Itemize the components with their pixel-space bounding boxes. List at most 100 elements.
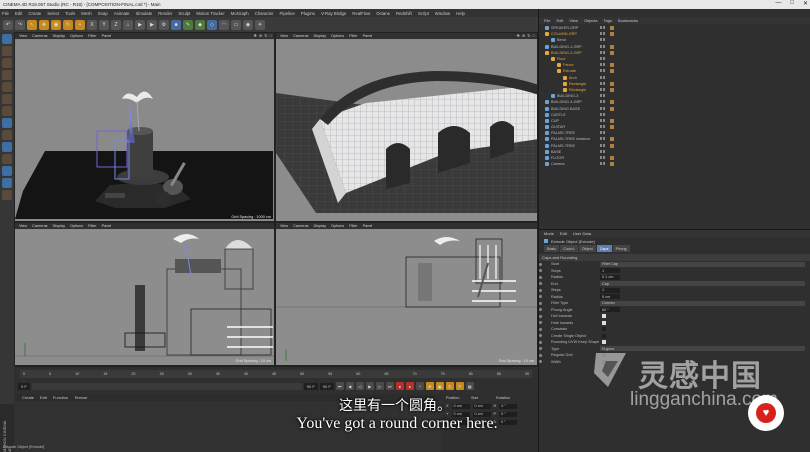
axis-mode-icon[interactable] <box>2 118 12 128</box>
prev-key-icon[interactable]: ◀ <box>345 382 354 390</box>
object-tag-icon[interactable] <box>610 87 614 92</box>
visibility-toggle-icon[interactable] <box>600 32 605 36</box>
redo-icon[interactable]: ↷ <box>15 19 25 30</box>
visibility-toggle-icon[interactable] <box>600 81 605 86</box>
viewport-perspective-main[interactable]: View Cameras Display Options Filter Pane… <box>14 32 275 222</box>
key-rotation-icon[interactable]: ↻ <box>445 382 454 390</box>
menu-item-redshift[interactable]: Redshift <box>396 11 412 16</box>
visibility-toggle-icon[interactable] <box>600 125 605 129</box>
menu-item-tools[interactable]: Tools <box>65 11 75 16</box>
menu-item-animate[interactable]: Animate <box>114 11 130 16</box>
menu-item-window[interactable]: Window <box>435 11 450 16</box>
recent-tools-icon[interactable]: + <box>75 19 85 30</box>
menu-item-pipeline[interactable]: Pipeline <box>280 11 295 16</box>
tab-caps[interactable]: Caps <box>596 245 612 252</box>
object-tag-icon[interactable] <box>610 156 614 161</box>
visibility-toggle-icon[interactable] <box>600 44 605 49</box>
attribute-value-field[interactable]: Fillet Cap <box>600 261 805 267</box>
menu-item-create[interactable]: Create <box>28 11 41 16</box>
attribute-value-field[interactable]: 0.1 cm <box>600 274 620 280</box>
obj-menu-tags[interactable]: Tags <box>604 18 612 23</box>
animate-param-icon[interactable] <box>539 282 542 286</box>
animate-param-icon[interactable] <box>539 314 542 318</box>
visibility-toggle-icon[interactable] <box>600 137 605 141</box>
obj-menu-bookmarks[interactable]: Bookmarks <box>618 18 638 23</box>
object-tag-icon[interactable] <box>610 44 614 49</box>
render-settings-icon[interactable]: ⚙ <box>159 19 169 30</box>
menu-item-mesh[interactable]: Mesh <box>81 11 92 16</box>
solo-icon[interactable] <box>2 178 12 188</box>
visibility-toggle-icon[interactable] <box>600 100 605 104</box>
attribute-value-field[interactable]: 60 ° <box>600 307 620 313</box>
points-mode-icon[interactable] <box>2 82 12 92</box>
live-selection-icon[interactable]: ↖ <box>27 19 37 30</box>
menu-item-snap[interactable]: Snap <box>98 11 108 16</box>
attr-menu-mode[interactable]: Mode <box>544 231 554 236</box>
attribute-value-field[interactable]: 1 <box>600 268 620 274</box>
menu-item-file[interactable]: File <box>2 11 9 16</box>
visibility-toggle-icon[interactable] <box>600 106 605 111</box>
workplane-icon[interactable] <box>2 70 12 80</box>
texture-mode-icon[interactable] <box>2 58 12 68</box>
play-icon[interactable]: ▶ <box>365 382 374 390</box>
camera-icon[interactable]: ◉ <box>243 19 253 30</box>
visibility-toggle-icon[interactable] <box>600 156 605 160</box>
menu-item-simulate[interactable]: Simulate <box>136 11 153 16</box>
viewport-right[interactable]: View Cameras Display Options Filter Pane… <box>14 222 275 366</box>
attribute-value-field[interactable]: Cap <box>600 281 805 287</box>
animate-param-icon[interactable] <box>539 288 542 292</box>
animate-param-icon[interactable] <box>539 321 542 325</box>
axis-x-button[interactable]: X <box>87 19 97 30</box>
menu-item-octane[interactable]: Octane <box>376 11 390 16</box>
visibility-toggle-icon[interactable] <box>600 118 605 123</box>
visibility-toggle-icon[interactable] <box>600 162 605 166</box>
render-picture-viewer-icon[interactable]: ▶ <box>147 19 157 30</box>
snapping-icon[interactable] <box>2 130 12 140</box>
obj-menu-file[interactable]: File <box>544 18 550 23</box>
visibility-toggle-icon[interactable] <box>600 50 605 55</box>
object-tag-icon[interactable] <box>610 32 614 37</box>
subdivision-icon[interactable]: ◆ <box>195 19 205 30</box>
object-tag-icon[interactable] <box>610 106 614 111</box>
menu-item-edit[interactable]: Edit <box>15 11 22 16</box>
attribute-value-field[interactable]: 5 cm <box>600 294 620 300</box>
maximize-button[interactable]: □ <box>790 0 794 7</box>
menu-item-help[interactable]: Help <box>456 11 465 16</box>
attribute-checkbox[interactable] <box>602 320 606 325</box>
animate-param-icon[interactable] <box>539 308 542 312</box>
scale-icon[interactable]: ▣ <box>51 19 61 30</box>
coordinate-system-icon[interactable]: ⌂ <box>123 19 133 30</box>
obj-menu-edit[interactable]: Edit <box>556 18 563 23</box>
menu-item-select[interactable]: Select <box>47 11 59 16</box>
menu-item-character[interactable]: Character <box>255 11 274 16</box>
key-param-icon[interactable]: P <box>455 382 464 390</box>
polygons-mode-icon[interactable] <box>2 106 12 116</box>
render-view-icon[interactable]: ▶ <box>135 19 145 30</box>
object-tag-icon[interactable] <box>610 63 614 68</box>
next-key-icon[interactable]: ▷ <box>375 382 384 390</box>
visibility-toggle-icon[interactable] <box>600 26 605 30</box>
visibility-toggle-icon[interactable] <box>600 94 605 98</box>
play-backward-icon[interactable]: ◁ <box>355 382 364 390</box>
object-tag-icon[interactable] <box>610 69 614 74</box>
menu-item-realflow[interactable]: RealFlow <box>352 11 370 16</box>
cube-icon[interactable]: ■ <box>171 19 181 30</box>
undo-icon[interactable]: ↶ <box>3 19 13 30</box>
animate-param-icon[interactable] <box>539 347 542 351</box>
animate-param-icon[interactable] <box>539 269 542 273</box>
spline-pen-icon[interactable]: ✎ <box>183 19 193 30</box>
visibility-toggle-icon[interactable] <box>600 57 605 61</box>
goto-start-icon[interactable]: ⏮ <box>335 382 344 390</box>
animate-param-icon[interactable] <box>539 295 542 299</box>
visibility-toggle-icon[interactable] <box>600 38 605 42</box>
attribute-checkbox[interactable] <box>602 327 606 332</box>
paint-icon[interactable] <box>2 190 12 200</box>
attribute-checkbox[interactable] <box>602 333 606 338</box>
attr-menu-user-data[interactable]: User Data <box>573 231 591 236</box>
object-tag-icon[interactable] <box>610 100 614 105</box>
light-icon[interactable]: ☀ <box>255 19 265 30</box>
menu-item-motion-tracker[interactable]: Motion Tracker <box>196 11 224 16</box>
soft-selection-icon[interactable] <box>2 154 12 164</box>
timeline-ruler[interactable]: 0 5 10 15 20 25 30 35 40 45 50 55 60 65 70 75 80 85 90 <box>20 370 532 378</box>
obj-menu-view[interactable]: View <box>569 18 578 23</box>
